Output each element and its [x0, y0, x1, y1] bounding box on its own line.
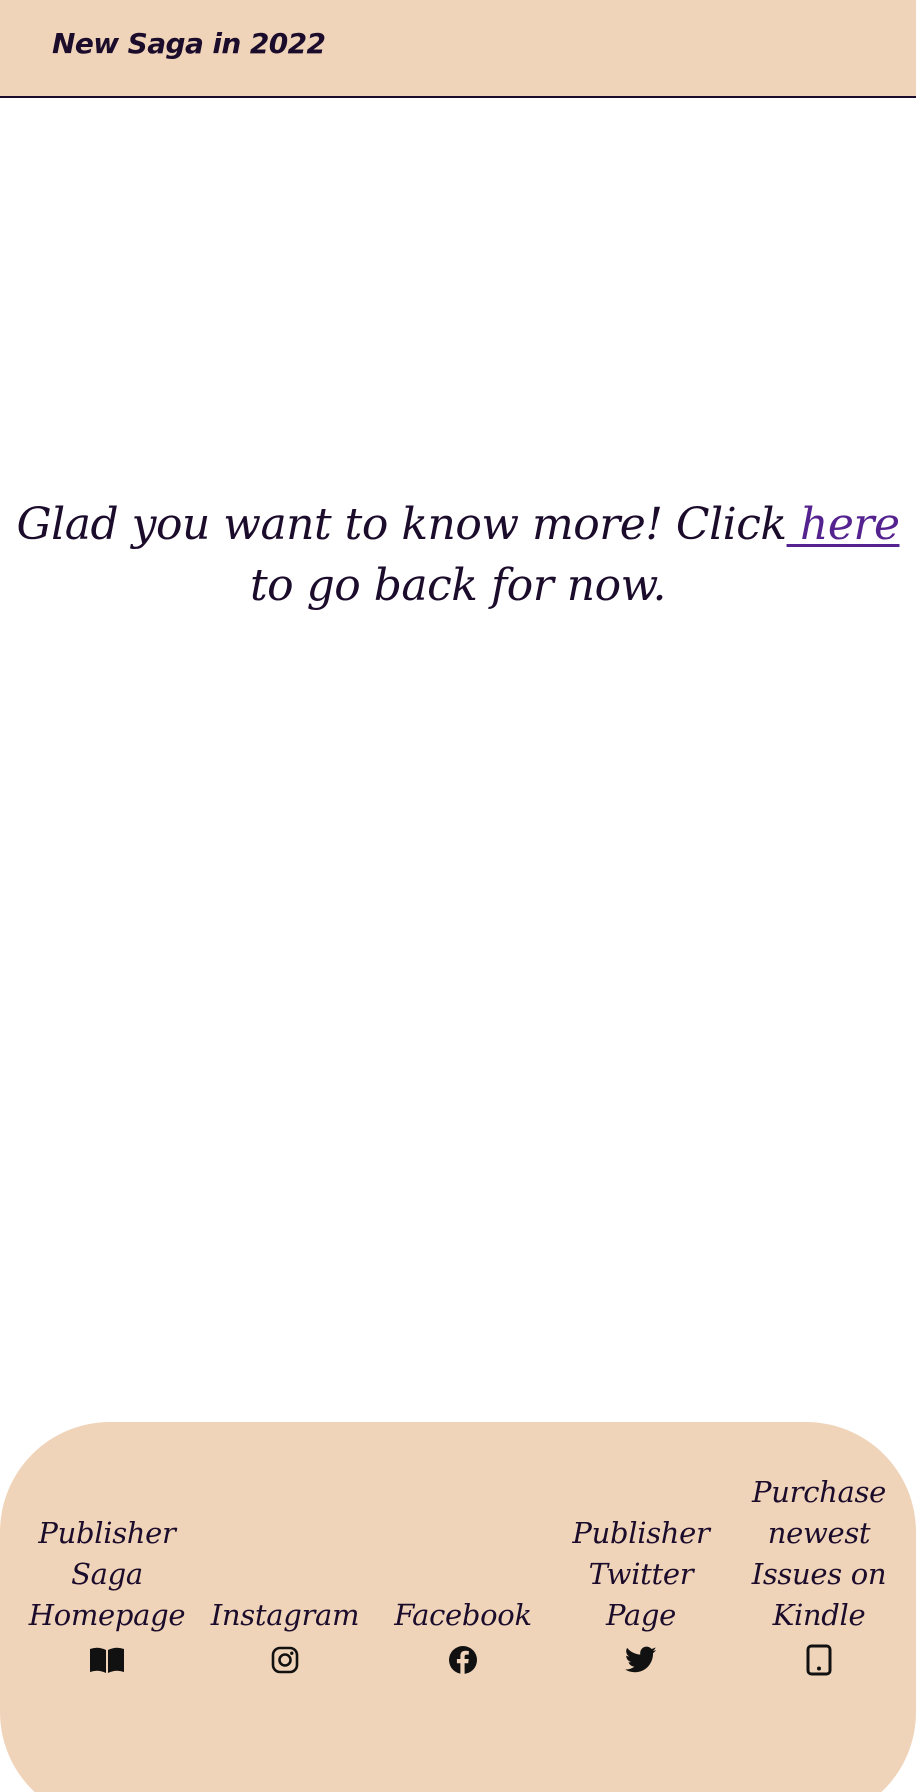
footer-link-saga-homepage[interactable]: Publisher Saga Homepage [18, 1513, 196, 1678]
message-text-after: to go back for now. [249, 560, 667, 611]
back-here-link[interactable]: here [787, 499, 900, 550]
footer-link-label: Publisher Twitter Page [572, 1516, 710, 1632]
facebook-icon [445, 1642, 481, 1678]
footer-link-twitter[interactable]: Publisher Twitter Page [552, 1513, 730, 1678]
message-text-before: Glad you want to know more! Click [16, 499, 788, 550]
twitter-icon [623, 1642, 659, 1678]
footer-link-label: Publisher Saga Homepage [28, 1516, 186, 1632]
footer-link-label: Facebook [394, 1598, 532, 1632]
footer-link-kindle[interactable]: Purchase newest Issues on Kindle [730, 1472, 908, 1678]
book-open-icon [89, 1642, 125, 1678]
footer-link-label: Instagram [210, 1598, 360, 1632]
footer-link-instagram[interactable]: Instagram [196, 1595, 374, 1678]
brand-link[interactable]: New Saga in 2022 [52, 27, 326, 60]
instagram-icon [267, 1642, 303, 1678]
footer-link-label: Purchase newest Issues on Kindle [751, 1475, 887, 1632]
site-footer: Publisher Saga Homepage Instagram Facebo… [0, 1422, 916, 1792]
footer-nav: Publisher Saga Homepage Instagram Facebo… [18, 1472, 908, 1678]
footer-link-facebook[interactable]: Facebook [374, 1595, 552, 1678]
back-message: Glad you want to know more! Click here t… [0, 494, 916, 616]
tablet-icon [801, 1642, 837, 1678]
site-header: New Saga in 2022 [0, 0, 916, 98]
